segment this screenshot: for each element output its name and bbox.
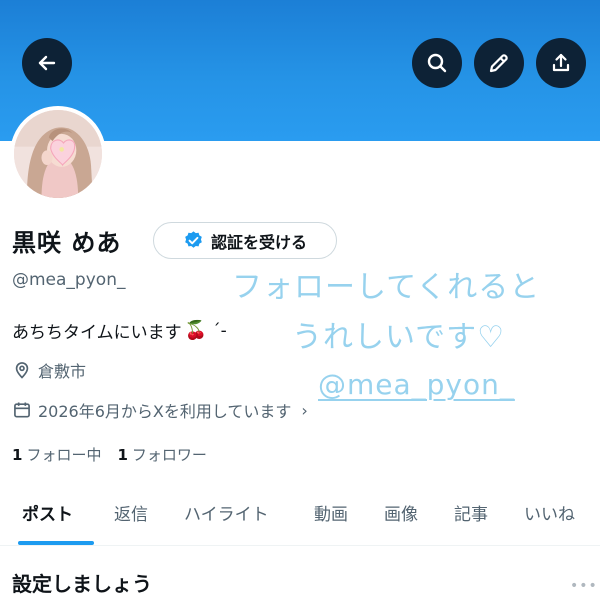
search-button[interactable]	[412, 38, 462, 88]
followers-label: フォロワー	[131, 446, 207, 464]
display-name: 黒咲 めあ	[12, 229, 122, 257]
get-verified-button[interactable]: 認証を受ける	[153, 222, 337, 259]
tab-likes[interactable]: いいね	[524, 500, 575, 525]
profile-bio: あちちタイムにいます 🍒 ´-	[12, 318, 227, 343]
pencil-icon	[489, 54, 508, 73]
overlay-text-line1: フォローしてくれると	[232, 270, 541, 305]
avatar-image	[14, 110, 102, 198]
bio-tail: ´-	[212, 320, 227, 341]
location-row: 倉敷市	[12, 358, 86, 382]
get-verified-label: 認証を受ける	[210, 232, 307, 252]
arrow-left-icon	[38, 55, 56, 71]
location-text: 倉敷市	[38, 362, 87, 381]
overlay-text-line2: うれしいです♡	[292, 320, 505, 355]
following-link[interactable]: 1 フォロー中	[12, 444, 101, 465]
cherry-emoji: 🍒	[184, 320, 208, 341]
back-button[interactable]	[22, 38, 72, 88]
location-pin-icon	[15, 362, 29, 379]
joined-date-row[interactable]: 2026年6月からXを利用しています ›	[12, 398, 308, 422]
avatar[interactable]	[10, 106, 106, 202]
share-button[interactable]	[536, 38, 586, 88]
overlay-handle: @mea_pyon_	[318, 368, 515, 401]
following-label: フォロー中	[26, 446, 102, 464]
calendar-icon	[14, 402, 30, 418]
profile-tabs: ポスト 返信 ハイライト 動画 画像 記事 いいね	[0, 488, 600, 546]
share-icon	[552, 53, 570, 72]
search-icon	[427, 53, 447, 73]
tab-replies[interactable]: 返信	[114, 500, 148, 525]
verified-badge-icon	[185, 231, 202, 248]
more-options-icon[interactable]: •••	[570, 578, 598, 594]
user-handle: @mea_pyon_	[12, 270, 126, 290]
bio-text: あちちタイムにいます	[12, 323, 182, 343]
active-tab-indicator	[18, 541, 94, 545]
tab-images[interactable]: 画像	[384, 500, 418, 525]
followers-link[interactable]: 1 フォロワー	[117, 444, 206, 465]
section-title: 設定しましょう	[12, 572, 152, 596]
following-count: 1	[12, 446, 23, 464]
followers-count: 1	[117, 446, 128, 464]
chevron-right-icon: ›	[301, 400, 308, 420]
tab-videos[interactable]: 動画	[314, 500, 348, 525]
edit-button[interactable]	[474, 38, 524, 88]
tab-posts[interactable]: ポスト	[22, 500, 73, 525]
tab-highlights[interactable]: ハイライト	[184, 500, 269, 525]
follow-stats: 1 フォロー中 1 フォロワー	[12, 444, 207, 465]
tab-articles[interactable]: 記事	[454, 500, 488, 525]
joined-text: 2026年6月からXを利用しています	[38, 402, 292, 421]
